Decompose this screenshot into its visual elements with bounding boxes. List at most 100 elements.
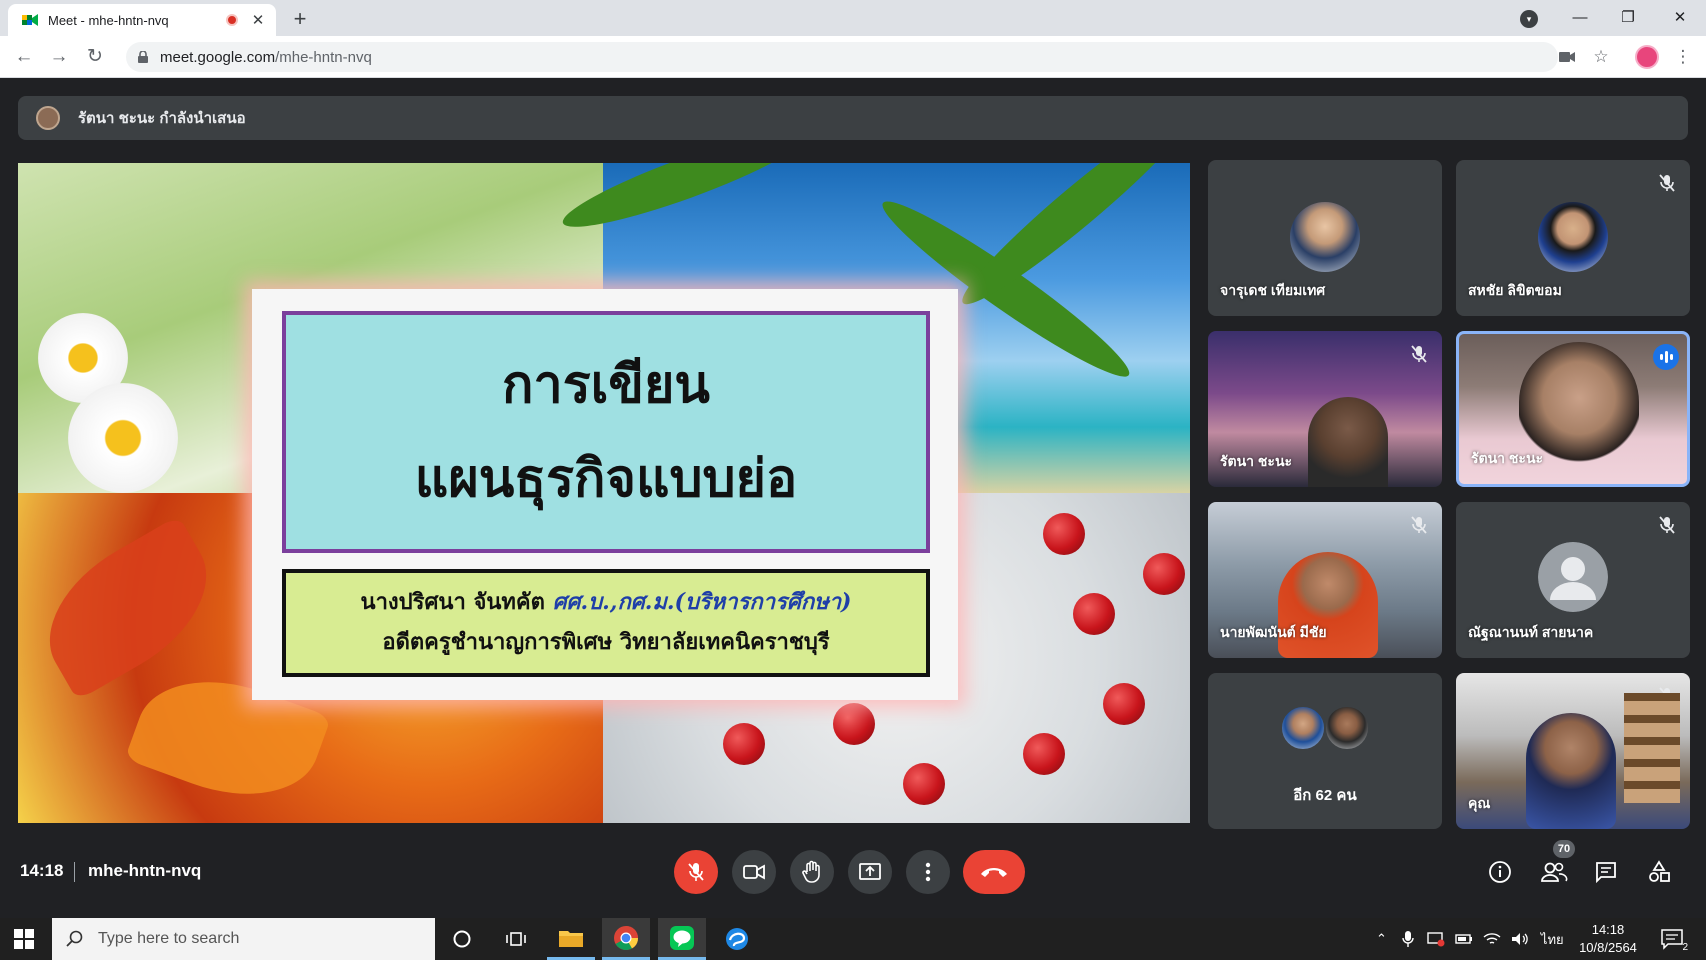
participant-tile[interactable]: รัตนา ชะนะ — [1208, 331, 1442, 487]
browser-tab-meet[interactable]: Meet - mhe-hntn-nvq ✕ — [8, 4, 276, 36]
url-path: /mhe-hntn-nvq — [275, 48, 372, 66]
mic-off-icon — [1411, 516, 1427, 534]
chrome-button[interactable] — [602, 918, 650, 960]
default-avatar-icon — [1538, 542, 1608, 612]
participant-tile[interactable]: นายพัฒนันต์ มีชัย — [1208, 502, 1442, 658]
video-camera-icon — [743, 864, 765, 880]
meeting-details-button[interactable] — [1486, 858, 1514, 886]
chrome-icon — [614, 925, 638, 950]
wifi-icon[interactable] — [1483, 932, 1501, 946]
action-center-button[interactable]: 2 — [1660, 927, 1688, 953]
task-view-button[interactable] — [492, 918, 540, 960]
windows-start-icon[interactable] — [14, 929, 34, 949]
bookmark-star-icon[interactable]: ☆ — [1590, 46, 1612, 68]
berry-decoration — [723, 723, 765, 765]
slide-title-card: การเขียน แผนธุรกิจแบบย่อ นางปริศนา จันทค… — [252, 289, 958, 700]
camera-toggle-button[interactable] — [732, 850, 776, 894]
more-participants-tile[interactable]: อีก 62 คน — [1208, 673, 1442, 829]
chevron-up-icon[interactable]: ⌃ — [1376, 931, 1387, 947]
new-tab-button[interactable]: + — [288, 6, 312, 32]
url-text: meet.google.com/mhe-hntn-nvq — [160, 49, 372, 66]
taskbar-search-box[interactable]: Type here to search — [52, 918, 435, 960]
forward-arrow-icon[interactable]: → — [46, 44, 72, 70]
berry-decoration — [1103, 683, 1145, 725]
back-arrow-icon[interactable]: ← — [11, 44, 37, 70]
participant-tile[interactable]: ณัฐณานนท์ สายนาค — [1456, 502, 1690, 658]
browser-menu-icon[interactable]: ⋮ — [1672, 46, 1694, 68]
meeting-time: 14:18 — [20, 861, 64, 880]
present-screen-icon — [859, 863, 881, 880]
app-swirl-icon — [726, 928, 748, 950]
cortana-button[interactable] — [438, 918, 486, 960]
people-icon — [1541, 862, 1568, 882]
participant-video — [1308, 397, 1388, 487]
participant-name: สหชัย ลิขิตขอม — [1468, 282, 1562, 298]
participant-tile-active-speaker[interactable]: รัตนา ชะนะ — [1456, 331, 1690, 487]
participant-tile[interactable]: สหชัย ลิขิตขอม — [1456, 160, 1690, 316]
palm-leaf-decoration — [950, 163, 1190, 319]
input-language-indicator[interactable]: ไทย — [1541, 929, 1564, 950]
reload-icon[interactable]: ↻ — [82, 44, 108, 70]
close-tab-icon[interactable]: ✕ — [250, 11, 266, 29]
more-vertical-icon — [925, 862, 931, 882]
present-screen-button[interactable] — [848, 850, 892, 894]
search-icon — [66, 930, 83, 947]
presenting-text: รัตนา ชะนะ กำลังนำเสนอ — [78, 110, 246, 127]
participant-video — [1526, 713, 1616, 829]
browser-toolbar: ← → ↻ meet.google.com/mhe-hntn-nvq ☆ ⋮ — [0, 36, 1706, 78]
participant-photo — [1290, 202, 1360, 272]
speaking-indicator-icon — [1653, 344, 1679, 370]
app-button[interactable] — [713, 918, 761, 960]
url-host: meet.google.com — [160, 48, 276, 66]
chat-button[interactable] — [1592, 858, 1620, 886]
network-status-icon[interactable] — [1427, 931, 1445, 947]
profile-avatar[interactable] — [1635, 45, 1659, 69]
info-icon — [1489, 861, 1511, 883]
participant-name: รัตนา ชะนะ — [1471, 450, 1544, 466]
windows-taskbar: Type here to search ⌃ ไทย 14:18 10/8/256… — [0, 918, 1706, 960]
mic-off-icon — [1659, 174, 1675, 192]
participant-name: คุณ — [1468, 795, 1491, 811]
presentation-screen[interactable]: การเขียน แผนธุรกิจแบบย่อ นางปริศนา จันทค… — [18, 163, 1190, 823]
battery-icon[interactable] — [1455, 933, 1473, 945]
more-options-button[interactable] — [906, 850, 950, 894]
leave-call-button[interactable] — [963, 850, 1025, 894]
volume-icon[interactable] — [1511, 932, 1529, 946]
mic-toggle-button[interactable] — [674, 850, 718, 894]
clock-time: 14:18 — [1591, 922, 1625, 937]
notification-count: 2 — [1682, 942, 1688, 953]
address-bar[interactable]: meet.google.com/mhe-hntn-nvq — [126, 42, 1558, 72]
self-view-tile[interactable]: คุณ — [1456, 673, 1690, 829]
people-count-badge: 70 — [1553, 840, 1575, 858]
microphone-icon[interactable] — [1401, 930, 1415, 948]
browser-tab-strip: Meet - mhe-hntn-nvq ✕ + ▾ — ❐ ✕ — [0, 0, 1706, 36]
slide-author-box: นางปริศนา จันทคัต ศศ.บ.,กศ.ม.(บริหารการศ… — [282, 569, 930, 677]
berry-decoration — [1043, 513, 1085, 555]
participant-name: นายพัฒนันต์ มีชัย — [1220, 624, 1327, 640]
meet-favicon-icon — [22, 14, 38, 26]
participant-name: จารุเดช เทียมเทศ — [1220, 282, 1326, 298]
folder-icon — [559, 930, 583, 947]
raise-hand-button[interactable] — [790, 850, 834, 894]
participant-thumbnail — [1324, 705, 1370, 751]
taskbar-clock[interactable]: 14:18 10/8/2564 — [1572, 921, 1644, 957]
line-app-button[interactable] — [658, 918, 706, 960]
more-participants-count: อีก 62 คน — [1293, 787, 1357, 804]
chat-icon — [1596, 862, 1616, 884]
file-explorer-button[interactable] — [547, 918, 595, 960]
bookshelf-background — [1624, 693, 1680, 803]
lock-icon — [138, 51, 148, 63]
close-window-button[interactable]: ✕ — [1658, 4, 1702, 32]
tab-search-icon[interactable]: ▾ — [1520, 10, 1538, 28]
presenter-avatar — [36, 106, 60, 130]
mic-off-icon — [688, 863, 704, 881]
people-button[interactable] — [1540, 858, 1568, 886]
restore-button[interactable]: ❐ — [1606, 4, 1650, 32]
activities-button[interactable] — [1645, 858, 1673, 886]
participant-tile[interactable]: จารุเดช เทียมเทศ — [1208, 160, 1442, 316]
cortana-circle-icon — [453, 930, 471, 948]
daisy-decoration — [68, 383, 178, 493]
camera-permission-icon[interactable] — [1556, 46, 1578, 68]
minimize-button[interactable]: — — [1558, 4, 1602, 32]
system-tray: ⌃ ไทย — [1376, 918, 1564, 960]
